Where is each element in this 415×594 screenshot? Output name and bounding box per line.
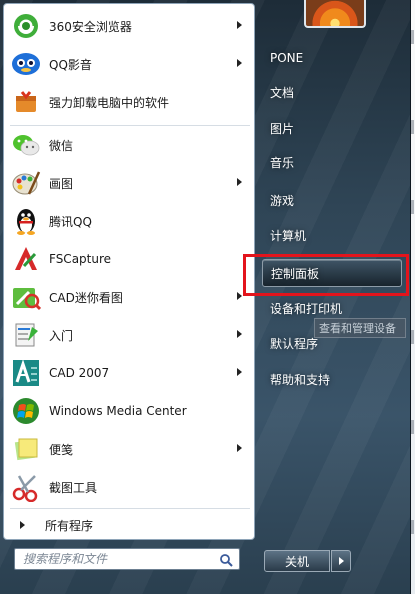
right-item-pictures[interactable]: 图片 (262, 114, 402, 142)
right-item-label: 音乐 (270, 155, 295, 170)
chevron-right-icon (338, 557, 344, 565)
wechat-icon (10, 129, 42, 161)
media-center-icon (10, 395, 42, 427)
program-fscapture[interactable]: FSCapture (6, 241, 252, 277)
search-input[interactable] (21, 549, 215, 569)
right-item-documents[interactable]: 文档 (262, 78, 402, 106)
program-label: CAD迷你看图 (49, 290, 123, 305)
submenu-arrow-icon (237, 330, 242, 338)
start-menu: 360安全浏览器 QQ影音 强力卸载电脑中的软件 微信 画图 腾讯QQ FSCa… (0, 0, 411, 594)
program-label: 微信 (49, 138, 74, 153)
right-item-games[interactable]: 游戏 (262, 186, 402, 214)
all-programs-button[interactable]: 所有程序 (6, 512, 252, 538)
user-avatar[interactable] (304, 0, 366, 28)
program-label: 入门 (49, 328, 74, 343)
search-box[interactable] (14, 548, 240, 570)
sticky-notes-icon (10, 433, 42, 465)
shutdown-options-button[interactable] (331, 550, 351, 572)
program-label: 腾讯QQ (49, 214, 92, 229)
submenu-arrow-icon (237, 178, 242, 186)
submenu-arrow-icon (237, 368, 242, 376)
program-label: CAD 2007 (49, 366, 110, 380)
right-item-music[interactable]: 音乐 (262, 148, 402, 176)
paint-icon (10, 167, 42, 199)
programs-panel: 360安全浏览器 QQ影音 强力卸载电脑中的软件 微信 画图 腾讯QQ FSCa… (3, 3, 255, 540)
qq-player-icon (10, 48, 42, 80)
uninstaller-icon (10, 86, 42, 118)
program-wechat[interactable]: 微信 (6, 127, 252, 163)
submenu-arrow-icon (237, 444, 242, 452)
submenu-arrow-icon (237, 292, 242, 300)
right-item-label: 默认程序 (270, 336, 319, 351)
right-item-control-panel[interactable]: 控制面板 (262, 259, 402, 287)
cad-mini-viewer-icon (10, 281, 42, 313)
fscapture-icon (10, 243, 42, 275)
right-item-label: 计算机 (270, 228, 307, 243)
separator (10, 508, 250, 509)
right-item-label: 图片 (270, 121, 295, 136)
right-item-label: 控制面板 (271, 266, 320, 281)
getting-started-icon (10, 319, 42, 351)
autocad-icon (10, 357, 42, 389)
program-label: 强力卸载电脑中的软件 (49, 95, 170, 110)
program-label: Windows Media Center (49, 404, 187, 418)
separator (10, 125, 250, 126)
right-item-help-support[interactable]: 帮助和支持 (262, 365, 402, 393)
program-getting-started[interactable]: 入门 (6, 317, 252, 353)
360-browser-icon (10, 10, 42, 42)
program-uninstaller[interactable]: 强力卸载电脑中的软件 (6, 84, 252, 120)
all-programs-label: 所有程序 (45, 518, 94, 533)
right-item-label: 设备和打印机 (270, 301, 343, 316)
expand-arrow-icon (20, 521, 25, 529)
program-cad-mini-viewer[interactable]: CAD迷你看图 (6, 279, 252, 315)
tooltip: 查看和管理设备 (314, 318, 406, 338)
program-media-center[interactable]: Windows Media Center (6, 393, 252, 429)
program-snipping-tool[interactable]: 截图工具 (6, 469, 252, 505)
program-360-browser[interactable]: 360安全浏览器 (6, 8, 252, 44)
program-paint[interactable]: 画图 (6, 165, 252, 201)
program-qq-player[interactable]: QQ影音 (6, 46, 252, 82)
program-label: 画图 (49, 176, 74, 191)
right-item-label: 帮助和支持 (270, 372, 331, 387)
program-label: QQ影音 (49, 57, 92, 72)
qq-penguin-icon (10, 205, 42, 237)
program-label: FSCapture (49, 252, 112, 266)
snipping-tool-icon (10, 471, 42, 503)
program-label: 截图工具 (49, 480, 98, 495)
search-icon[interactable] (219, 552, 233, 571)
submenu-arrow-icon (237, 59, 242, 67)
right-item-pone[interactable]: PONE (262, 44, 402, 72)
program-label: 360安全浏览器 (49, 19, 132, 34)
program-sticky-notes[interactable]: 便笺 (6, 431, 252, 467)
right-item-label: PONE (270, 51, 304, 65)
program-qq[interactable]: 腾讯QQ (6, 203, 252, 239)
right-item-computer[interactable]: 计算机 (262, 221, 402, 249)
program-label: 便笺 (49, 442, 74, 457)
shutdown-button[interactable]: 关机 (264, 550, 330, 572)
right-item-label: 文档 (270, 85, 295, 100)
program-cad-2007[interactable]: CAD 2007 (6, 355, 252, 391)
right-item-label: 游戏 (270, 193, 295, 208)
submenu-arrow-icon (237, 21, 242, 29)
